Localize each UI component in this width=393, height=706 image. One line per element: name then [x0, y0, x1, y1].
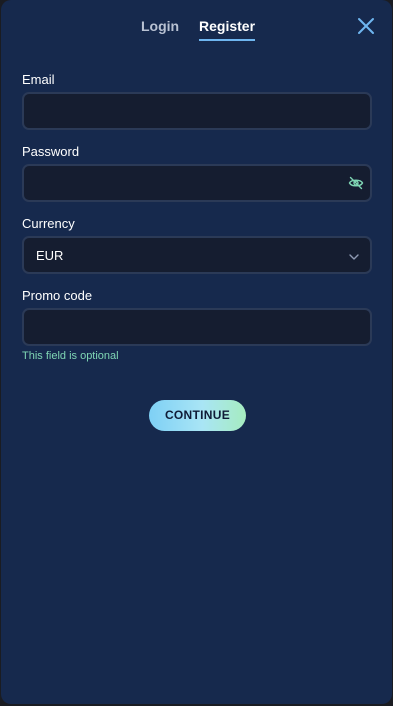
currency-select[interactable]: EUR [22, 236, 372, 274]
password-label: Password [22, 144, 80, 159]
close-icon[interactable] [356, 16, 376, 36]
register-modal: Login Register Email Password Currency E… [1, 0, 392, 704]
currency-label: Currency [22, 216, 75, 231]
password-field[interactable] [24, 166, 370, 200]
eye-off-icon[interactable] [348, 175, 364, 191]
email-label: Email [22, 72, 55, 87]
email-field-wrapper [22, 92, 372, 130]
promo-code-field-wrapper [22, 308, 372, 346]
tab-login[interactable]: Login [141, 18, 179, 39]
promo-code-field[interactable] [24, 310, 370, 344]
chevron-down-icon [348, 250, 360, 262]
continue-button[interactable]: CONTINUE [149, 400, 246, 431]
currency-value: EUR [36, 248, 64, 263]
email-field[interactable] [24, 94, 370, 128]
promo-code-label: Promo code [22, 288, 93, 303]
auth-tabs: Login Register [1, 18, 392, 46]
password-field-wrapper [22, 164, 372, 202]
tab-register[interactable]: Register [199, 18, 256, 41]
promo-optional-hint: This field is optional [22, 350, 119, 362]
